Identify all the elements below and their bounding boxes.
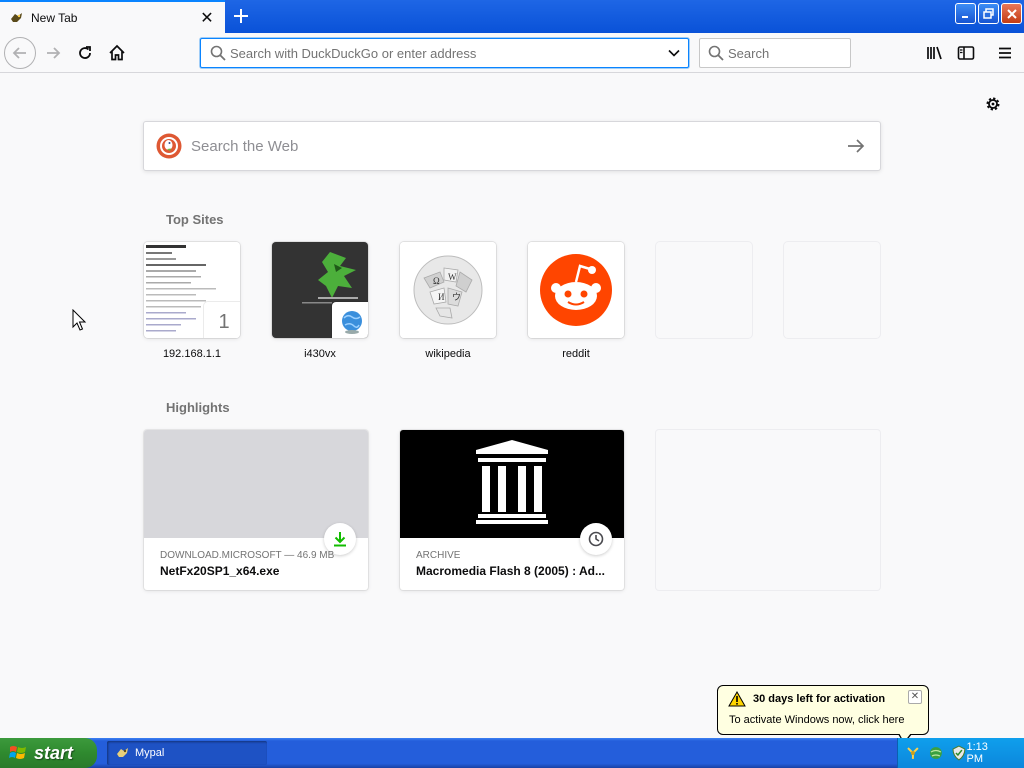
sidebar-button[interactable] [951, 38, 981, 68]
card-context: DOWNLOAD.MICROSOFT — 46.9 MB [160, 550, 335, 561]
tile-favicon-badge [332, 302, 368, 338]
history-badge [580, 523, 612, 555]
top-site-empty-slot [656, 242, 752, 338]
back-button[interactable] [4, 37, 36, 69]
highlight-card-netfx[interactable]: DOWNLOAD.MICROSOFT — 46.9 MB NetFx20SP1_… [144, 430, 368, 590]
start-button[interactable]: start [0, 738, 97, 768]
tile-letter-badge: 1 [204, 302, 240, 338]
close-icon [1006, 8, 1017, 19]
start-label: start [34, 742, 74, 763]
warning-icon [728, 691, 746, 707]
card-title: Macromedia Flash 8 (2005) : Ad... [416, 564, 605, 578]
close-window-button[interactable] [1001, 3, 1022, 24]
windows-flag-icon [9, 746, 26, 759]
balloon-link[interactable]: To activate Windows now, click here [729, 714, 904, 726]
card-context: ARCHIVE [416, 550, 461, 561]
card-preview-image [400, 430, 624, 538]
reload-icon [79, 46, 91, 59]
tab-new-tab[interactable]: New Tab ✕ [0, 0, 225, 33]
top-site-label: i430vx [304, 348, 336, 360]
web-search-box[interactable] [143, 121, 881, 171]
network-icon[interactable] [928, 745, 944, 761]
forward-arrow-icon [47, 47, 61, 59]
top-sites-title: Top Sites [166, 212, 224, 227]
activation-balloon[interactable]: 30 days left for activation To activate … [717, 685, 929, 735]
card-title: NetFx20SP1_x64.exe [160, 564, 280, 578]
highlight-card-macromedia[interactable]: ARCHIVE Macromedia Flash 8 (2005) : Ad..… [400, 430, 624, 590]
top-site-label: 192.168.1.1 [162, 348, 222, 360]
top-site-tile-wikipedia[interactable]: Ω W И ウ [400, 242, 496, 338]
url-bar[interactable] [200, 38, 689, 68]
top-site-label: wikipedia [425, 348, 471, 360]
download-icon [334, 532, 346, 547]
library-button[interactable] [920, 38, 950, 68]
top-site-empty-slot [784, 242, 880, 338]
sidebar-icon [957, 46, 975, 60]
back-arrow-icon [12, 47, 26, 59]
svg-text:ウ: ウ [452, 292, 461, 302]
menu-button[interactable] [990, 38, 1020, 68]
mypal-icon [11, 12, 22, 22]
search-bar[interactable] [699, 38, 851, 68]
svg-text:Ω: Ω [433, 276, 440, 286]
plus-icon [234, 9, 248, 23]
minimize-icon [961, 15, 968, 18]
svg-text:W: W [448, 272, 457, 282]
url-dropdown-button[interactable] [660, 39, 688, 67]
highlights-title: Highlights [166, 400, 230, 415]
restore-button[interactable] [978, 3, 999, 24]
chevron-down-icon [668, 49, 680, 57]
restore-icon [983, 8, 994, 19]
internet-archive-logo-icon [476, 440, 548, 524]
top-site-tile-i430vx[interactable] [272, 242, 368, 338]
search-input[interactable] [724, 40, 850, 66]
tile-badge-text: 1 [218, 310, 230, 333]
mouse-cursor-icon [72, 309, 87, 331]
mypal-icon [117, 748, 128, 757]
home-button[interactable] [102, 38, 132, 68]
window-controls [955, 3, 1022, 24]
activation-keys-icon[interactable] [905, 745, 921, 761]
system-tray: 1:13 PM [897, 738, 1024, 768]
tab-title: New Tab [31, 10, 78, 25]
minimize-button[interactable] [955, 3, 976, 24]
new-tab-button[interactable] [226, 2, 256, 30]
taskbar: start Mypal 1:13 PM [0, 738, 1024, 768]
card-preview-placeholder [144, 430, 368, 538]
top-site-label: reddit [562, 348, 590, 360]
balloon-title: 30 days left for activation [753, 693, 886, 705]
arrow-right-icon [848, 139, 865, 153]
new-tab-page: Top Sites 1 192.168.1.1 [0, 74, 1024, 738]
search-submit-button[interactable] [836, 126, 876, 166]
tab-strip: New Tab ✕ [0, 0, 1024, 33]
balloon-close-button[interactable]: ✕ [908, 690, 922, 704]
gear-icon [986, 97, 1000, 111]
web-search-input[interactable] [191, 126, 836, 166]
top-site-tile-reddit[interactable] [528, 242, 624, 338]
top-site-tile-192-168-1-1[interactable]: 1 [144, 242, 240, 338]
close-tab-icon[interactable]: ✕ [197, 8, 217, 28]
search-icon [210, 45, 226, 61]
taskbar-clock[interactable]: 1:13 PM [966, 741, 1007, 765]
highlight-empty-slot [656, 430, 880, 590]
duckduckgo-logo-icon [156, 133, 182, 159]
security-shield-icon[interactable] [951, 745, 967, 761]
hamburger-menu-icon [999, 47, 1011, 59]
svg-text:И: И [438, 292, 445, 302]
clock-icon [588, 531, 604, 547]
search-icon [708, 45, 724, 61]
taskbar-item-label: Mypal [135, 747, 165, 759]
taskbar-item-mypal[interactable]: Mypal [107, 741, 267, 765]
home-icon [109, 44, 125, 61]
url-input[interactable] [226, 40, 660, 66]
forward-button[interactable] [38, 38, 68, 68]
navigation-toolbar [0, 33, 1024, 73]
wikipedia-globe-icon: Ω W И ウ [400, 242, 496, 338]
globe-icon [342, 311, 362, 334]
library-icon [927, 46, 942, 60]
reddit-logo-icon [528, 242, 624, 338]
customize-button[interactable] [983, 94, 1003, 114]
reload-button[interactable] [70, 38, 100, 68]
